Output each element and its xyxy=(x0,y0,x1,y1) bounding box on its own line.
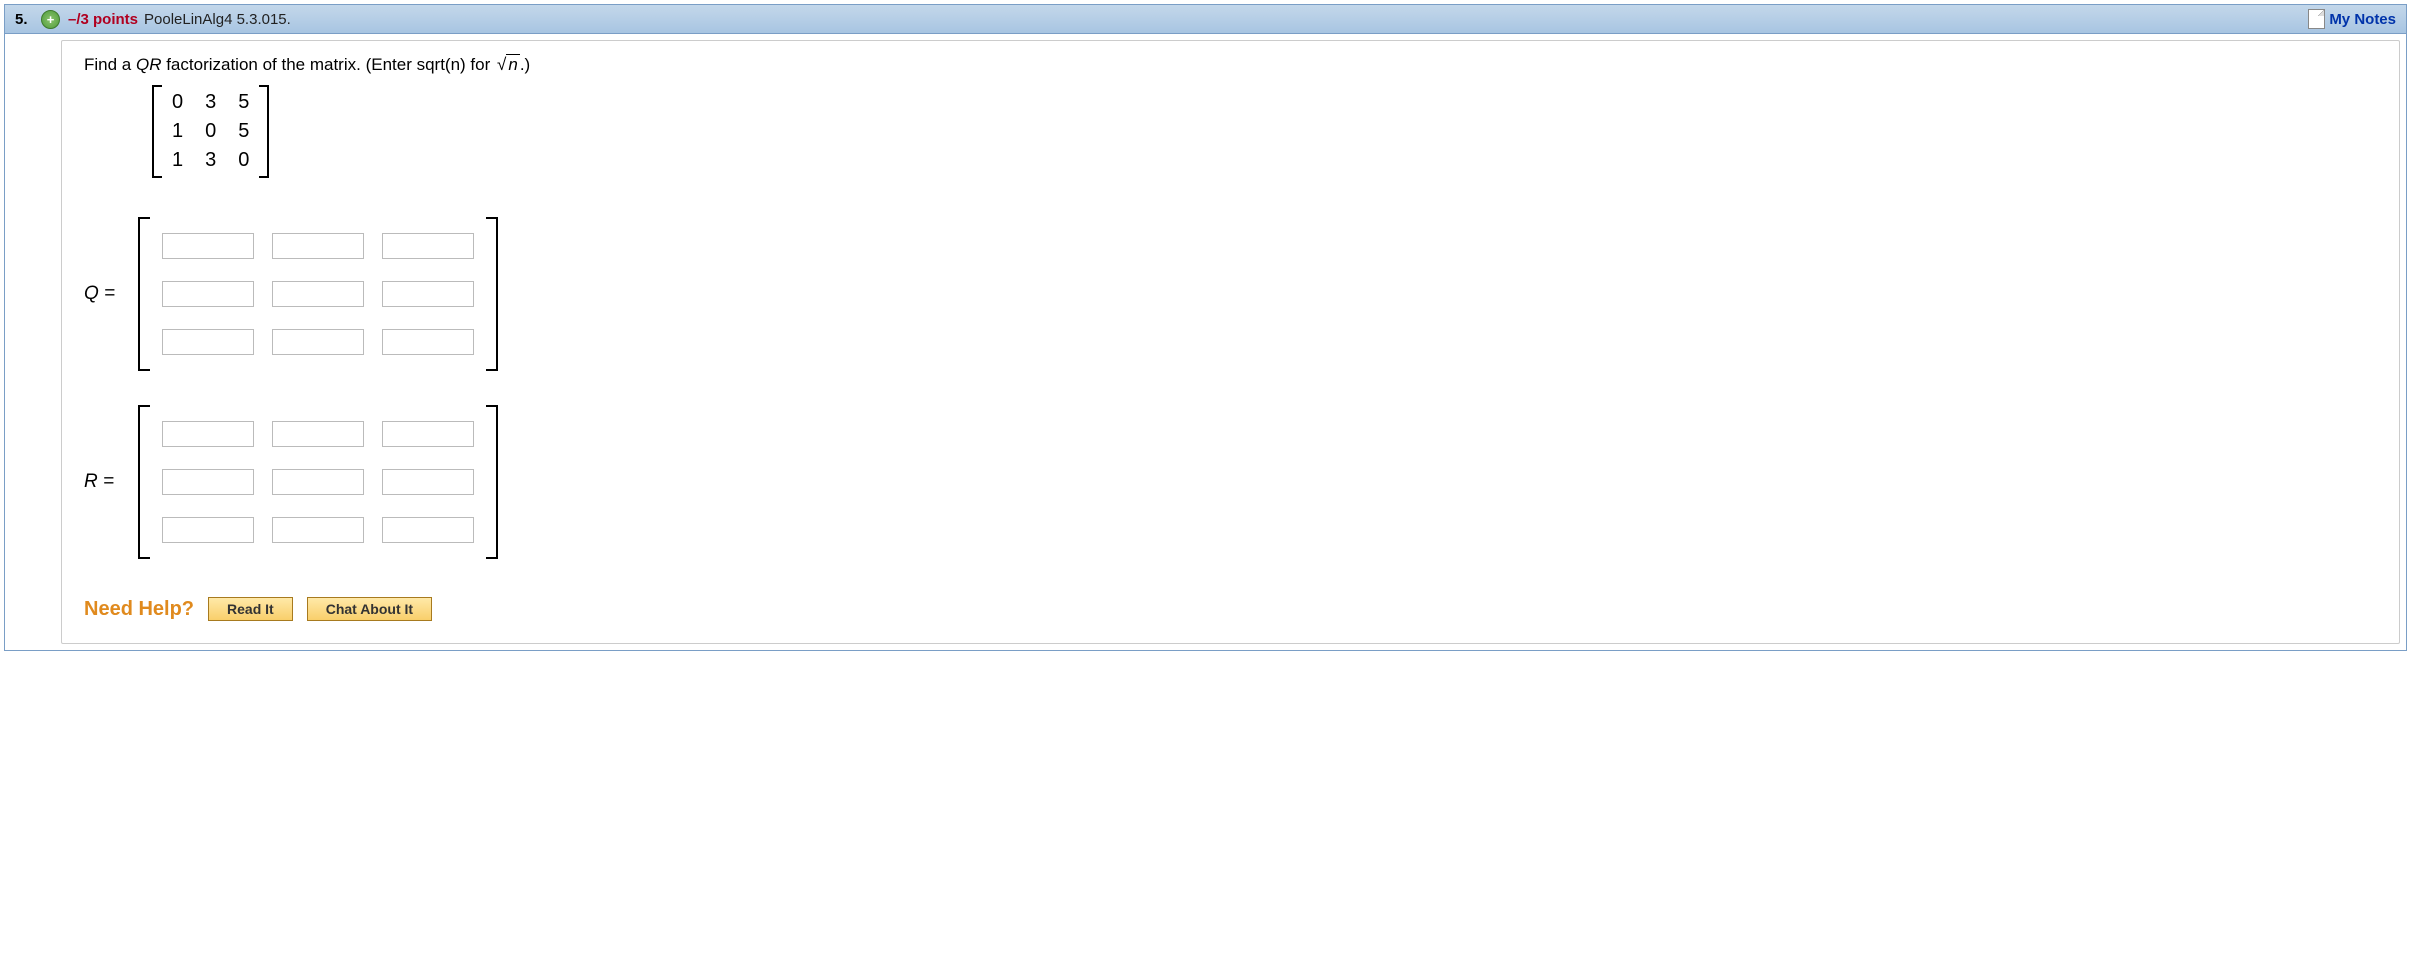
points-label: –/3 points xyxy=(68,11,138,28)
q-input-3-2[interactable] xyxy=(272,329,364,355)
question-body: Find a QR factorization of the matrix. (… xyxy=(61,40,2400,644)
r-label: R = xyxy=(84,471,138,493)
left-bracket-icon xyxy=(138,405,150,559)
matrix-cell: 0 xyxy=(205,120,216,143)
prompt-text: Find a QR factorization of the matrix. (… xyxy=(84,55,2377,75)
given-matrix: 0 3 5 1 0 5 1 3 0 xyxy=(152,85,2377,183)
r-input-3-3[interactable] xyxy=(382,517,474,543)
matrix-cell: 0 xyxy=(238,149,249,172)
prompt-lead: Find a xyxy=(84,55,136,74)
matrix-cell: 3 xyxy=(205,91,216,114)
r-input-1-3[interactable] xyxy=(382,421,474,447)
question-header: 5. + –/3 points PooleLinAlg4 5.3.015. My… xyxy=(5,5,2406,34)
r-input-2-1[interactable] xyxy=(162,469,254,495)
prompt-qr: QR xyxy=(136,55,162,74)
question-number: 5. xyxy=(15,11,41,28)
q-input-2-3[interactable] xyxy=(382,281,474,307)
matrix-cell: 1 xyxy=(172,149,183,172)
left-bracket-icon xyxy=(138,217,150,371)
expand-icon[interactable]: + xyxy=(41,10,60,29)
matrix-cell: 5 xyxy=(238,120,249,143)
q-input-1-1[interactable] xyxy=(162,233,254,259)
question-source: PooleLinAlg4 5.3.015. xyxy=(144,11,291,28)
right-bracket-icon xyxy=(486,405,498,559)
q-matrix-answer: Q = xyxy=(84,217,2377,371)
r-input-2-3[interactable] xyxy=(382,469,474,495)
notes-icon[interactable] xyxy=(2308,9,2325,29)
q-input-1-3[interactable] xyxy=(382,233,474,259)
my-notes-link[interactable]: My Notes xyxy=(2329,11,2396,28)
q-input-1-2[interactable] xyxy=(272,233,364,259)
read-it-button[interactable]: Read It xyxy=(208,597,293,621)
r-input-1-2[interactable] xyxy=(272,421,364,447)
sqrt-expression: n xyxy=(495,55,520,75)
q-input-2-1[interactable] xyxy=(162,281,254,307)
left-bracket-icon xyxy=(152,85,162,178)
right-bracket-icon xyxy=(259,85,269,178)
r-input-3-1[interactable] xyxy=(162,517,254,543)
r-matrix-answer: R = xyxy=(84,405,2377,559)
prompt-tail: .) xyxy=(520,55,530,74)
r-input-1-1[interactable] xyxy=(162,421,254,447)
matrix-cell: 3 xyxy=(205,149,216,172)
q-input-3-1[interactable] xyxy=(162,329,254,355)
prompt-mid: factorization of the matrix. (Enter sqrt… xyxy=(161,55,495,74)
question-container: 5. + –/3 points PooleLinAlg4 5.3.015. My… xyxy=(4,4,2407,651)
r-input-2-2[interactable] xyxy=(272,469,364,495)
matrix-cell: 1 xyxy=(172,120,183,143)
chat-about-it-button[interactable]: Chat About It xyxy=(307,597,432,621)
sqrt-arg: n xyxy=(506,54,519,74)
q-input-3-3[interactable] xyxy=(382,329,474,355)
need-help-label: Need Help? xyxy=(84,598,194,621)
right-bracket-icon xyxy=(486,217,498,371)
matrix-cell: 5 xyxy=(238,91,249,114)
r-input-3-2[interactable] xyxy=(272,517,364,543)
q-label: Q = xyxy=(84,283,138,305)
need-help-section: Need Help? Read It Chat About It xyxy=(84,597,2377,621)
matrix-cell: 0 xyxy=(172,91,183,114)
q-input-2-2[interactable] xyxy=(272,281,364,307)
